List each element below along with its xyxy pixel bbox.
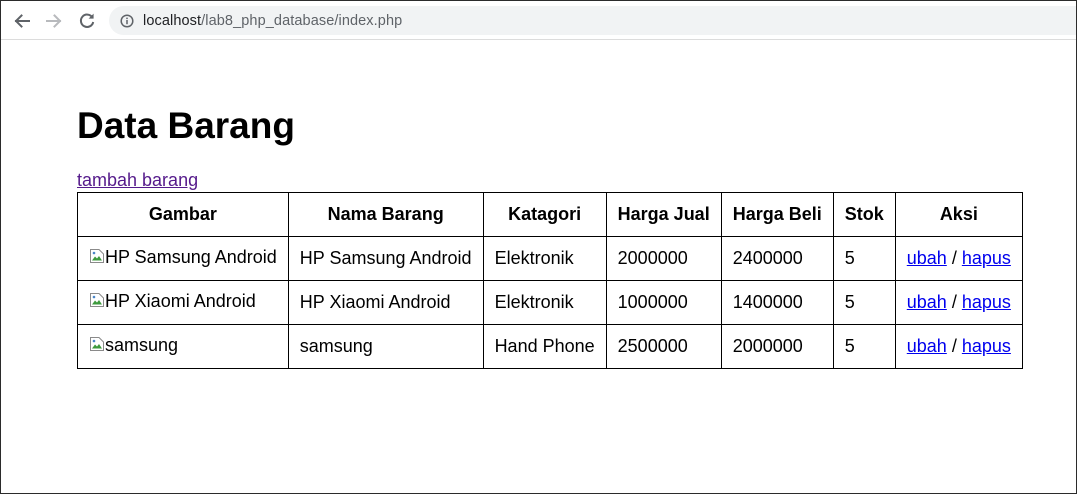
url-host: localhost (143, 12, 202, 29)
cell-nama: HP Xiaomi Android (287, 280, 484, 325)
cell-harga-beli: 1400000 (720, 280, 834, 325)
cell-stok: 5 (832, 324, 896, 369)
reload-icon (79, 13, 95, 28)
header-gambar: Gambar (77, 192, 289, 237)
cell-aksi: ubah / hapus (894, 324, 1023, 369)
edit-link[interactable]: ubah (907, 292, 947, 312)
broken-image-icon (90, 337, 104, 352)
product-image: samsung (89, 335, 178, 356)
cell-aksi: ubah / hapus (894, 280, 1023, 325)
forward-button[interactable] (41, 8, 67, 34)
image-alt-text: samsung (105, 334, 179, 355)
header-katagori: Katagori (482, 192, 607, 237)
browser-toolbar: localhost/lab8_php_database/index.php (1, 1, 1076, 40)
header-aksi: Aksi (894, 192, 1023, 237)
cell-gambar: HP Xiaomi Android (77, 280, 289, 325)
header-stok: Stok (832, 192, 896, 237)
table-header-row: Gambar Nama Barang Katagori Harga Jual H… (77, 192, 1023, 237)
header-harga-jual: Harga Jual (605, 192, 722, 237)
address-bar[interactable]: localhost/lab8_php_database/index.php (109, 6, 1076, 35)
url-text: localhost/lab8_php_database/index.php (143, 13, 402, 29)
cell-harga-beli: 2400000 (720, 236, 834, 281)
cell-katagori: Elektronik (482, 280, 607, 325)
edit-link[interactable]: ubah (907, 336, 947, 356)
cell-aksi: ubah / hapus (894, 236, 1023, 281)
url-path: /lab8_php_database/index.php (201, 12, 403, 29)
table-row: HP Samsung Android HP Samsung Android El… (77, 236, 1023, 281)
add-item-link[interactable]: tambah barang (77, 169, 198, 191)
cell-nama: samsung (287, 324, 484, 369)
edit-link[interactable]: ubah (907, 248, 947, 268)
cell-harga-jual: 1000000 (605, 280, 722, 325)
cell-katagori: Elektronik (482, 236, 607, 281)
cell-harga-beli: 2000000 (720, 324, 834, 369)
delete-link[interactable]: hapus (962, 248, 1011, 268)
action-separator: / (951, 292, 957, 312)
action-separator: / (951, 248, 957, 268)
back-arrow-icon (14, 14, 30, 28)
product-image: HP Samsung Android (89, 247, 277, 268)
data-table: Gambar Nama Barang Katagori Harga Jual H… (77, 192, 1023, 369)
cell-stok: 5 (832, 236, 896, 281)
action-separator: / (951, 336, 957, 356)
table-row: samsung samsung Hand Phone 2500000 20000… (77, 324, 1023, 369)
info-icon[interactable] (120, 13, 134, 28)
cell-harga-jual: 2000000 (605, 236, 722, 281)
header-nama-barang: Nama Barang (287, 192, 484, 237)
back-button[interactable] (9, 8, 35, 34)
reload-button[interactable] (74, 8, 100, 34)
broken-image-icon (90, 293, 104, 308)
cell-nama: HP Samsung Android (287, 236, 484, 281)
table-row: HP Xiaomi Android HP Xiaomi Android Elek… (77, 280, 1023, 325)
image-alt-text: HP Samsung Android (105, 246, 277, 267)
cell-katagori: Hand Phone (482, 324, 607, 369)
cell-gambar: HP Samsung Android (77, 236, 289, 281)
page-title: Data Barang (77, 105, 295, 146)
broken-image-icon (90, 249, 104, 264)
cell-stok: 5 (832, 280, 896, 325)
delete-link[interactable]: hapus (962, 336, 1011, 356)
cell-gambar: samsung (77, 324, 289, 369)
cell-harga-jual: 2500000 (605, 324, 722, 369)
forward-arrow-icon (46, 14, 62, 28)
image-alt-text: HP Xiaomi Android (105, 290, 256, 311)
header-harga-beli: Harga Beli (720, 192, 834, 237)
browser-window: localhost/lab8_php_database/index.php Da… (0, 0, 1077, 494)
delete-link[interactable]: hapus (962, 292, 1011, 312)
product-image: HP Xiaomi Android (89, 291, 256, 312)
